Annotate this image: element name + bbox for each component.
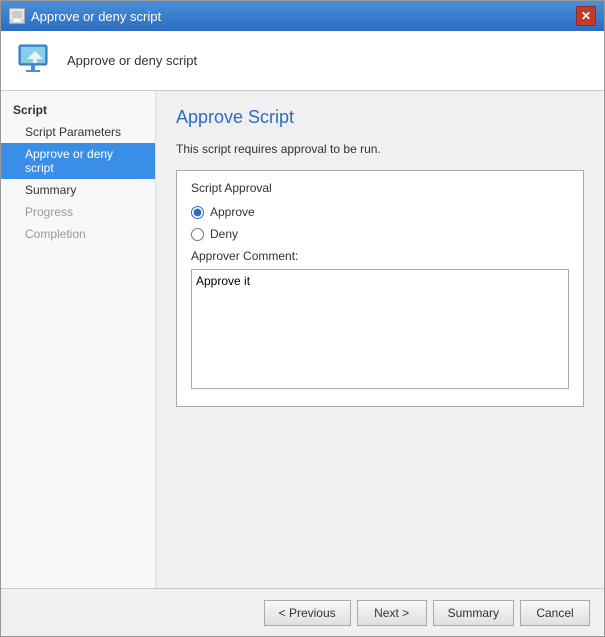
next-button[interactable]: Next > (357, 600, 427, 626)
sidebar-item-progress: Progress (1, 201, 155, 223)
close-button[interactable]: ✕ (576, 6, 596, 26)
comment-label: Approver Comment: (191, 249, 569, 263)
summary-button[interactable]: Summary (433, 600, 514, 626)
footer: < Previous Next > Summary Cancel (1, 588, 604, 636)
content-area: Approve Script This script requires appr… (156, 91, 604, 588)
group-box-label: Script Approval (191, 181, 569, 195)
sidebar-section-script: Script (1, 99, 155, 121)
window-icon (9, 8, 25, 24)
comment-textarea[interactable] (191, 269, 569, 389)
deny-radio-option[interactable]: Deny (191, 227, 569, 241)
sidebar-item-approve-deny[interactable]: Approve or deny script (1, 143, 155, 179)
sidebar: Script Script Parameters Approve or deny… (1, 91, 156, 588)
deny-radio[interactable] (191, 228, 204, 241)
header-section: Approve or deny script (1, 31, 604, 91)
approve-radio[interactable] (191, 206, 204, 219)
script-approval-group: Script Approval Approve Deny Approver Co… (176, 170, 584, 407)
page-title: Approve Script (176, 107, 584, 128)
window-title: Approve or deny script (31, 9, 161, 24)
sidebar-item-script-parameters[interactable]: Script Parameters (1, 121, 155, 143)
main-content: Script Script Parameters Approve or deny… (1, 91, 604, 588)
header-text: Approve or deny script (67, 53, 197, 68)
sidebar-item-completion: Completion (1, 223, 155, 245)
approve-radio-option[interactable]: Approve (191, 205, 569, 219)
deny-label: Deny (210, 227, 238, 241)
main-window: Approve or deny script ✕ Approve or deny… (0, 0, 605, 637)
sidebar-item-summary[interactable]: Summary (1, 179, 155, 201)
previous-button[interactable]: < Previous (264, 600, 351, 626)
title-bar: Approve or deny script ✕ (1, 1, 604, 31)
title-bar-left: Approve or deny script (9, 8, 161, 24)
cancel-button[interactable]: Cancel (520, 600, 590, 626)
header-icon (15, 41, 55, 81)
approve-label: Approve (210, 205, 255, 219)
description-text: This script requires approval to be run. (176, 142, 584, 156)
